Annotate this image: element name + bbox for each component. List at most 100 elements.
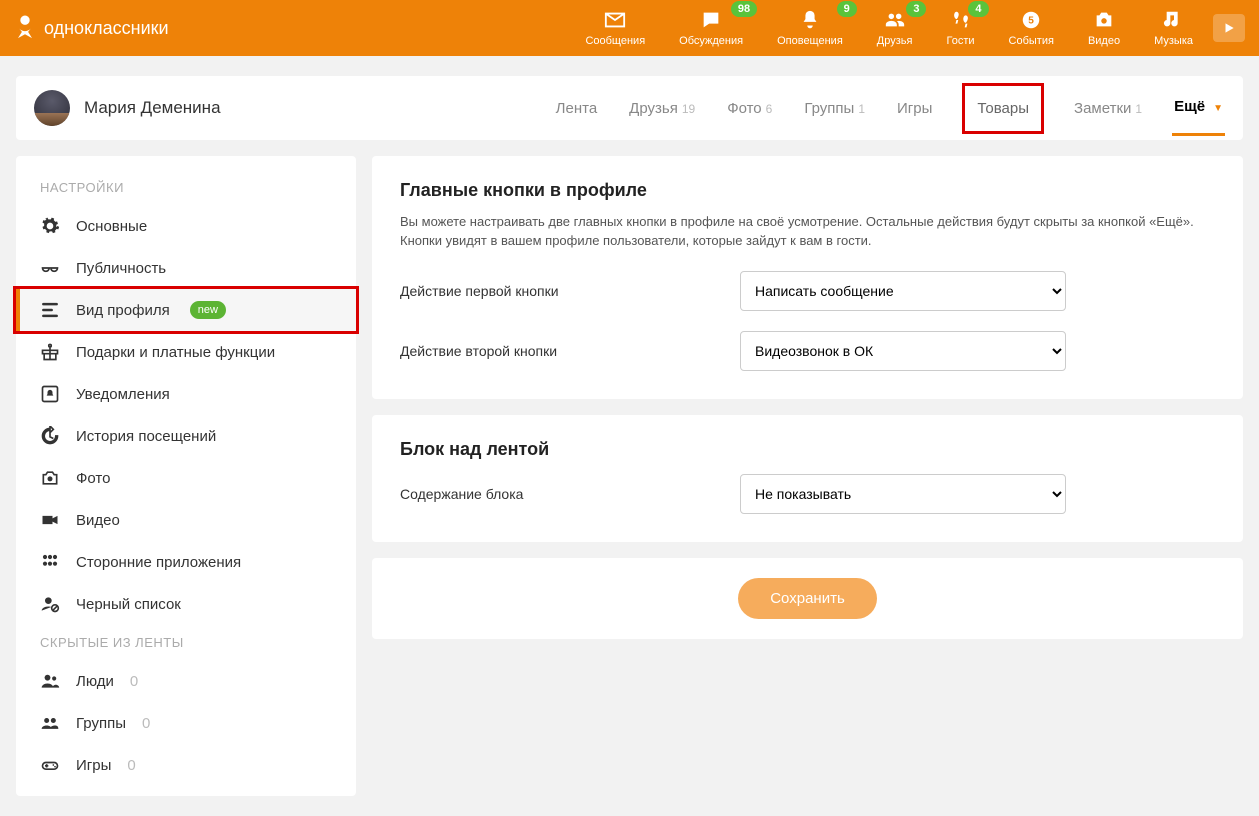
save-section: Сохранить bbox=[372, 558, 1243, 639]
nav-events[interactable]: События bbox=[1009, 9, 1054, 47]
badge: 98 bbox=[731, 1, 757, 17]
sidebar-item-label: Уведомления bbox=[76, 386, 170, 403]
sidebar-item-label: Черный список bbox=[76, 596, 181, 613]
feed-block-select[interactable]: Не показывать bbox=[740, 474, 1066, 514]
sidebar-item-label: Сторонние приложения bbox=[76, 554, 241, 571]
sidebar-item-label: Видео bbox=[76, 512, 120, 529]
nav-label: Обсуждения bbox=[679, 35, 743, 47]
tab-more[interactable]: Ещё bbox=[1172, 94, 1225, 136]
first-button-label: Действие первой кнопки bbox=[400, 283, 740, 299]
music-icon bbox=[1160, 9, 1188, 31]
new-badge: new bbox=[190, 301, 226, 319]
sidebar-item-glasses[interactable]: Публичность bbox=[16, 247, 356, 289]
nav-notifications[interactable]: 9 Оповещения bbox=[777, 9, 843, 47]
badge: 9 bbox=[837, 1, 857, 17]
tab-label: Лента bbox=[556, 100, 598, 117]
sidebar-item-blacklist[interactable]: Черный список bbox=[16, 583, 356, 625]
sidebar-item-gamepad[interactable]: Игры 0 bbox=[16, 744, 356, 786]
site-logo[interactable]: одноклассники bbox=[14, 14, 169, 42]
second-button-label: Действие второй кнопки bbox=[400, 343, 740, 359]
feed-block-label: Содержание блока bbox=[400, 486, 740, 502]
nav-guests[interactable]: 4 Гости bbox=[946, 9, 974, 47]
second-button-select[interactable]: Видеозвонок в ОК bbox=[740, 331, 1066, 371]
badge: 4 bbox=[968, 1, 988, 17]
tab-products[interactable]: Товары bbox=[962, 83, 1044, 134]
sidebar-item-label: Публичность bbox=[76, 260, 166, 277]
section-title: Блок над лентой bbox=[400, 439, 1215, 460]
tab-count: 1 bbox=[858, 102, 865, 116]
section-feed-block: Блок над лентой Содержание блока Не пока… bbox=[372, 415, 1243, 542]
bell-box-icon bbox=[40, 384, 60, 404]
nav-friends[interactable]: 3 Друзья bbox=[877, 9, 913, 47]
first-button-select[interactable]: Написать сообщение bbox=[740, 271, 1066, 311]
tab-feed[interactable]: Лента bbox=[554, 96, 600, 121]
sidebar-item-label: Фото bbox=[76, 470, 110, 487]
tab-games[interactable]: Игры bbox=[895, 96, 934, 121]
sidebar-heading-hidden: СКРЫТЫЕ ИЗ ЛЕНТЫ bbox=[16, 635, 356, 660]
sidebar-item-videocam[interactable]: Видео bbox=[16, 499, 356, 541]
sidebar-item-layout[interactable]: Вид профиля new bbox=[16, 289, 356, 331]
tab-count: 1 bbox=[1135, 102, 1142, 116]
friends-icon bbox=[881, 9, 909, 31]
tab-label: Товары bbox=[977, 100, 1029, 117]
nav-discussions[interactable]: 98 Обсуждения bbox=[679, 9, 743, 47]
section-profile-buttons: Главные кнопки в профиле Вы можете настр… bbox=[372, 156, 1243, 399]
tab-label: Ещё bbox=[1174, 98, 1205, 115]
tab-label: Игры bbox=[897, 100, 932, 117]
sidebar-item-groups[interactable]: Группы 0 bbox=[16, 702, 356, 744]
camera-icon bbox=[40, 468, 60, 488]
tab-notes[interactable]: Заметки 1 bbox=[1072, 96, 1144, 121]
nav-messages[interactable]: Сообщения bbox=[585, 9, 645, 47]
gift-icon bbox=[40, 342, 60, 362]
avatar[interactable] bbox=[34, 90, 70, 126]
nav-label: Музыка bbox=[1154, 35, 1193, 47]
logo-text: одноклассники bbox=[44, 18, 169, 39]
sidebar-item-people[interactable]: Люди 0 bbox=[16, 660, 356, 702]
groups-icon bbox=[40, 713, 60, 733]
sidebar-item-camera[interactable]: Фото bbox=[16, 457, 356, 499]
gamepad-icon bbox=[40, 755, 60, 775]
sidebar-item-label: Группы bbox=[76, 715, 126, 732]
tab-photo[interactable]: Фото 6 bbox=[725, 96, 774, 121]
sidebar-item-label: История посещений bbox=[76, 428, 216, 445]
nav-video[interactable]: Видео bbox=[1088, 9, 1120, 47]
play-tile[interactable] bbox=[1213, 14, 1245, 42]
sidebar-zero: 0 bbox=[130, 673, 138, 690]
tab-friends[interactable]: Друзья19 bbox=[627, 96, 697, 121]
tab-label: Фото bbox=[727, 100, 761, 117]
glasses-icon bbox=[40, 258, 60, 278]
save-button[interactable]: Сохранить bbox=[738, 578, 877, 619]
logo-icon bbox=[14, 14, 36, 42]
tab-label: Группы bbox=[804, 100, 854, 117]
sidebar-item-gear[interactable]: Основные bbox=[16, 205, 356, 247]
events-icon bbox=[1017, 9, 1045, 31]
profile-nav: Мария Деменина Лента Друзья19 Фото 6 Группы 1… bbox=[16, 76, 1243, 140]
people-icon bbox=[40, 671, 60, 691]
sidebar-heading-settings: НАСТРОЙКИ bbox=[16, 180, 356, 205]
badge: 3 bbox=[906, 1, 926, 17]
sidebar-item-gift[interactable]: Подарки и платные функции bbox=[16, 331, 356, 373]
sidebar-item-label: Вид профиля bbox=[76, 302, 170, 319]
nav-label: Гости bbox=[946, 35, 974, 47]
tab-count: 6 bbox=[766, 102, 773, 116]
nav-label: Оповещения bbox=[777, 35, 843, 47]
sidebar-item-bell-box[interactable]: Уведомления bbox=[16, 373, 356, 415]
sidebar-item-apps[interactable]: Сторонние приложения bbox=[16, 541, 356, 583]
blacklist-icon bbox=[40, 594, 60, 614]
sidebar-item-history[interactable]: История посещений bbox=[16, 415, 356, 457]
sidebar-item-label: Игры bbox=[76, 757, 111, 774]
tab-groups[interactable]: Группы 1 bbox=[802, 96, 867, 121]
nav-label: Видео bbox=[1088, 35, 1120, 47]
user-name[interactable]: Мария Деменина bbox=[84, 98, 221, 118]
tab-label: Заметки bbox=[1074, 100, 1131, 117]
sidebar-item-label: Подарки и платные функции bbox=[76, 344, 275, 361]
nav-label: События bbox=[1009, 35, 1054, 47]
profile-tabs: Лента Друзья19 Фото 6 Группы 1 Игры Товары Замет… bbox=[554, 80, 1225, 136]
section-desc: Вы можете настраивать две главных кнопки… bbox=[400, 213, 1215, 251]
history-icon bbox=[40, 426, 60, 446]
section-title: Главные кнопки в профиле bbox=[400, 180, 1215, 201]
nav-label: Сообщения bbox=[585, 35, 645, 47]
discussions-icon bbox=[697, 9, 725, 31]
settings-sidebar: НАСТРОЙКИ Основные Публичность Вид профи… bbox=[16, 156, 356, 796]
nav-music[interactable]: Музыка bbox=[1154, 9, 1193, 47]
